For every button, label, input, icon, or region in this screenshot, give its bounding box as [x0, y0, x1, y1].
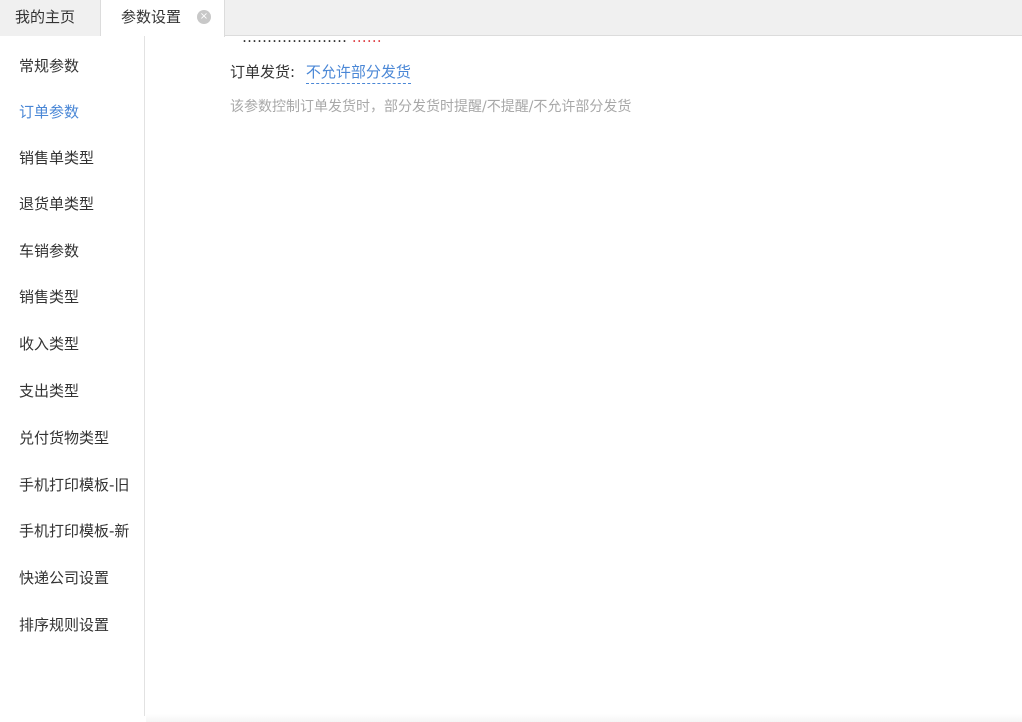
sidebar: 常规参数 订单参数 销售单类型 退货单类型 车销参数 销售类型 收入类型 支出类…	[0, 36, 145, 716]
order-shipping-description: 该参数控制订单发货时，部分发货时提醒/不提醒/不允许部分发货	[230, 99, 632, 115]
sidebar-item-van-sales[interactable]: 车销参数	[19, 241, 79, 261]
sidebar-item-order[interactable]: 订单参数	[19, 102, 79, 122]
bottom-edge	[146, 714, 1022, 722]
sidebar-item-general[interactable]: 常规参数	[19, 56, 79, 76]
sidebar-item-courier-company[interactable]: 快递公司设置	[19, 568, 109, 588]
close-icon[interactable]: ×	[197, 10, 211, 24]
order-shipping-value[interactable]: 不允许部分发货	[305, 63, 411, 84]
sidebar-item-income-type[interactable]: 收入类型	[19, 334, 79, 354]
order-shipping-setting: 订单发货: 不允许部分发货	[230, 62, 411, 84]
tab-home[interactable]: 我的主页	[0, 0, 101, 36]
sidebar-item-sort-rules[interactable]: 排序规则设置	[19, 615, 109, 635]
tab-home-label: 我的主页	[15, 8, 76, 26]
sidebar-item-sales-type[interactable]: 销售类型	[19, 287, 79, 307]
cutoff-setting-row: ………………… ……	[242, 36, 382, 46]
sidebar-item-redemption-goods-type[interactable]: 兑付货物类型	[19, 428, 109, 448]
tab-bar: 我的主页 参数设置 ×	[0, 0, 1022, 37]
cutoff-setting-value[interactable]: ……	[352, 36, 382, 46]
sidebar-item-sales-order-type[interactable]: 销售单类型	[19, 148, 94, 168]
cutoff-setting-label: …………………	[242, 36, 347, 46]
sidebar-item-mobile-print-old[interactable]: 手机打印模板-旧	[19, 475, 129, 495]
sidebar-item-mobile-print-new[interactable]: 手机打印模板-新	[19, 521, 129, 541]
order-shipping-label: 订单发货:	[230, 63, 296, 81]
settings-content: ………………… …… 订单发货: 不允许部分发货 该参数控制订单发货时，部分发货…	[146, 36, 1022, 722]
sidebar-item-return-order-type[interactable]: 退货单类型	[19, 194, 94, 214]
sidebar-item-expense-type[interactable]: 支出类型	[19, 381, 79, 401]
tab-params-settings[interactable]: 参数设置 ×	[101, 0, 225, 37]
tab-params-label: 参数设置	[121, 8, 182, 26]
